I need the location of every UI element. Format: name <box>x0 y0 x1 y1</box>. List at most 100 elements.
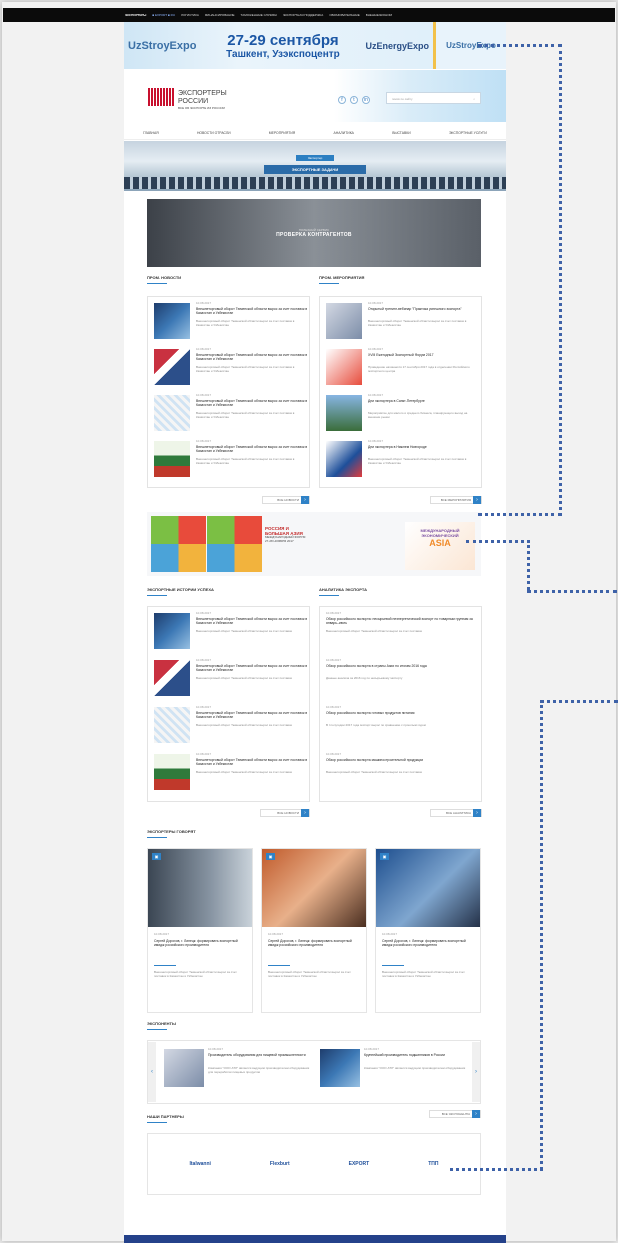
site-logo[interactable]: ЭКСПОРТЕРЫ РОССИИ ВСЕ ОБ ЭКСПОРТЕ ИЗ РОС… <box>178 90 227 110</box>
interview-photo[interactable] <box>262 849 366 927</box>
exhibitor-thumb <box>320 1049 360 1087</box>
top-logo[interactable]: ЭКСПОРТЕРЫ <box>125 13 146 17</box>
banner-energy: UzEnergyExpo <box>365 40 429 51</box>
top-link[interactable]: ТАМОЖЕННЫЕ СЛУЖБЫ <box>241 13 277 17</box>
language-switch[interactable]: ■ EXPORT ■ RU <box>152 13 175 17</box>
item-title[interactable]: Производитель оборудования для пищевой п… <box>208 1053 312 1057</box>
item-title[interactable]: Внешнеторговый оборот Тюменской области … <box>196 664 308 672</box>
item-title[interactable]: Дни экспортера в Санкт-Петербурге <box>368 399 480 403</box>
logo-flag-icon <box>148 88 174 106</box>
interview-photo[interactable] <box>376 849 480 927</box>
story-item[interactable]: 10.08.2017 Внешнеторговый оборот Тюменско… <box>154 611 307 656</box>
nav-item[interactable]: ГЛАВНАЯ <box>143 131 159 135</box>
item-title[interactable]: Дни экспортера в Нижнем Новгороде <box>368 445 480 449</box>
item-title[interactable]: Внешнеторговый оборот Тюменской области … <box>196 617 308 625</box>
analytics-item[interactable]: 10.08.2017 Обзор российского экспорта в с… <box>324 658 474 703</box>
item-title[interactable]: XVIII Ежегодный Экспортный Форум 2017 <box>368 353 480 357</box>
top-link[interactable]: ОБРАЗОВАТЕЛЬНЫЕ <box>329 13 359 17</box>
event-thumb <box>326 349 362 385</box>
story-item[interactable]: 10.08.2017 Внешнеторговый оборот Тюменско… <box>154 752 307 797</box>
mosaic-graphic <box>151 516 206 572</box>
item-title[interactable]: Внешнеторговый оборот Тюменской области … <box>196 445 308 453</box>
event-item[interactable]: 10.08.2017 Открытый тренинг-вебинар "Прак… <box>326 301 476 346</box>
analytics-more-button[interactable]: ВСЕ АНАЛИТИКА <box>430 809 482 817</box>
hero-title[interactable]: ЭКСПОРТНЫЕ ЗАДАЧИ <box>264 165 366 174</box>
exporters-more-button[interactable]: ВСЕ НОВОСТИ <box>260 809 310 817</box>
exhibitor-item[interactable]: 10.08.2017 Производитель оборудования дл… <box>164 1047 314 1099</box>
item-title[interactable]: Обзор российского экспорта машиностроите… <box>326 758 476 762</box>
item-date: 10.08.2017 <box>326 611 342 615</box>
news-item[interactable]: 10.08.2017 Внешнеторговый оборот Тюменско… <box>154 393 307 438</box>
partner-logo[interactable]: Flexburt <box>270 1161 290 1167</box>
carousel-next-icon[interactable]: › <box>472 1042 480 1102</box>
analytics-item[interactable]: 10.08.2017 Обзор российского экспорта гот… <box>324 705 474 750</box>
social-links: f t in <box>338 96 370 104</box>
card-date: 10.08.2017 <box>382 932 398 936</box>
promo-banner[interactable]: ПОЛЕЗНЫЙ СЕРВИС ПРОВЕРКА КОНТРАГЕНТОВ <box>147 199 481 267</box>
item-title[interactable]: Обзор российского экспорта: несырьевой н… <box>326 617 476 625</box>
item-date: 10.08.2017 <box>196 301 212 305</box>
facebook-icon[interactable]: f <box>338 96 346 104</box>
news-item[interactable]: 10.08.2017 Внешнеторговый оборот Тюменско… <box>154 439 307 484</box>
top-banner[interactable]: UzStroyExpo 27-29 сентября Ташкент, Узэк… <box>124 22 506 69</box>
search-input[interactable]: поиск по сайту ⌕ <box>386 92 481 104</box>
events-more-button[interactable]: ВСЕ МЕРОПРИЯТИЯ <box>430 496 482 504</box>
card-title[interactable]: Сергей Дорохов, г. Липецк: формировать э… <box>382 939 476 948</box>
card-title[interactable]: Сергей Дорохов, г. Липецк: формировать э… <box>154 939 248 948</box>
analytics-item[interactable]: 10.08.2017 Обзор российского экспорта маш… <box>324 752 474 797</box>
analytics-item[interactable]: 10.08.2017 Обзор российского экспорта: не… <box>324 611 474 656</box>
partner-logo[interactable]: EXPORT <box>349 1161 370 1167</box>
item-title[interactable]: Обзор российского экспорта в страны Азии… <box>326 664 476 668</box>
news-thumb <box>154 395 190 431</box>
item-title[interactable]: Внешнеторговый оборот Тюменской области … <box>196 307 308 315</box>
top-link[interactable]: ЭКСПОРТНАЯ ПОДДЕРЖКА <box>283 13 323 17</box>
exhibitors-carousel: ‹ 10.08.2017 Производитель оборудования … <box>147 1040 481 1104</box>
top-link[interactable]: ВНЕШНЕЭКОНОМ <box>366 13 392 17</box>
item-title[interactable]: Внешнеторговый оборот Тюменской области … <box>196 399 308 407</box>
twitter-icon[interactable]: t <box>350 96 358 104</box>
story-item[interactable]: 10.08.2017 Внешнеторговый оборот Тюменско… <box>154 658 307 703</box>
exhibitions-more-button[interactable]: ВСЕ ЭКСПОНЕНТЫ <box>429 1110 481 1118</box>
asia-logo: МЕЖДУНАРОДНЫЙ ЭКОНОМИЧЕСКИЙ ASIA <box>405 522 475 570</box>
event-item[interactable]: 10.08.2017 Дни экспортера в Нижнем Новгор… <box>326 439 476 484</box>
carousel-prev-icon[interactable]: ‹ <box>148 1042 156 1102</box>
interview-photo[interactable] <box>148 849 252 927</box>
analytics-column: 10.08.2017 Обзор российского экспорта: не… <box>319 606 482 802</box>
item-title[interactable]: Крупнейший производитель подшипников в Р… <box>364 1053 468 1057</box>
item-title[interactable]: Внешнеторговый оборот Тюменской области … <box>196 758 308 766</box>
interview-card[interactable]: ▣ 10.08.2017 Сергей Дорохов, г. Липецк: … <box>147 848 253 1013</box>
partner-logo[interactable]: Italwanni <box>190 1161 211 1167</box>
item-title[interactable]: Внешнеторговый оборот Тюменской области … <box>196 353 308 361</box>
mosaic-graphic <box>207 516 262 572</box>
card-title[interactable]: Сергей Дорохов, г. Липецк: формировать э… <box>268 939 362 948</box>
interview-card[interactable]: ▣ 10.08.2017 Сергей Дорохов, г. Липецк: … <box>261 848 367 1013</box>
top-link[interactable]: ФИНАНСИРОВАНИЕ <box>205 13 235 17</box>
partner-logo[interactable]: ТПП <box>428 1161 438 1167</box>
news-item[interactable]: 10.08.2017 Внешнеторговый оборот Тюменско… <box>154 347 307 392</box>
item-summary: Проведение начинается 17 сентября 2017 г… <box>368 365 470 373</box>
event-item[interactable]: 10.08.2017 Дни экспортера в Санкт-Петербу… <box>326 393 476 438</box>
item-title[interactable]: Открытый тренинг-вебинар "Практика успеш… <box>368 307 480 311</box>
item-summary: Внешнеторговый оборот Тюменской области … <box>368 319 467 327</box>
nav-item[interactable]: МЕРОПРИЯТИЯ <box>269 131 295 135</box>
forum-banner[interactable]: РОССИЯ И БОЛЬШАЯ АЗИЯ МЕЖДУНАРОДНЫЙ ФОРУ… <box>147 512 481 576</box>
interview-card[interactable]: ▣ 10.08.2017 Сергей Дорохов, г. Липецк: … <box>375 848 481 1013</box>
search-icon[interactable]: ⌕ <box>473 97 475 101</box>
news-item[interactable]: 10.08.2017 Внешнеторговый оборот Тюменско… <box>154 301 307 346</box>
top-link[interactable]: ЛОГИСТИКА <box>181 13 199 17</box>
news-more-button[interactable]: ВСЕ НОВОСТИ <box>262 496 310 504</box>
item-summary: В I полугодии 2017 года экспорт вырос по… <box>326 723 426 727</box>
story-item[interactable]: 10.08.2017 Внешнеторговый оборот Тюменско… <box>154 705 307 750</box>
nav-item[interactable]: ВЫСТАВКИ <box>392 131 411 135</box>
card-date: 10.08.2017 <box>154 932 170 936</box>
linkedin-icon[interactable]: in <box>362 96 370 104</box>
partners-carousel: Italwanni Flexburt EXPORT ТПП <box>147 1133 481 1195</box>
nav-item[interactable]: НОВОСТИ ОТРАСЛИ <box>197 131 231 135</box>
item-title[interactable]: Внешнеторговый оборот Тюменской области … <box>196 711 308 719</box>
annotation-connector <box>540 700 543 1170</box>
banner-left-brand: UzStroyExpo <box>128 39 197 52</box>
item-title[interactable]: Обзор российского экспорта готовых проду… <box>326 711 476 715</box>
event-item[interactable]: 10.08.2017 XVIII Ежегодный Экспортный Фор… <box>326 347 476 392</box>
exhibitor-item[interactable]: 10.08.2017 Крупнейший производитель подш… <box>320 1047 470 1099</box>
nav-item[interactable]: АНАЛИТИКА <box>333 131 353 135</box>
